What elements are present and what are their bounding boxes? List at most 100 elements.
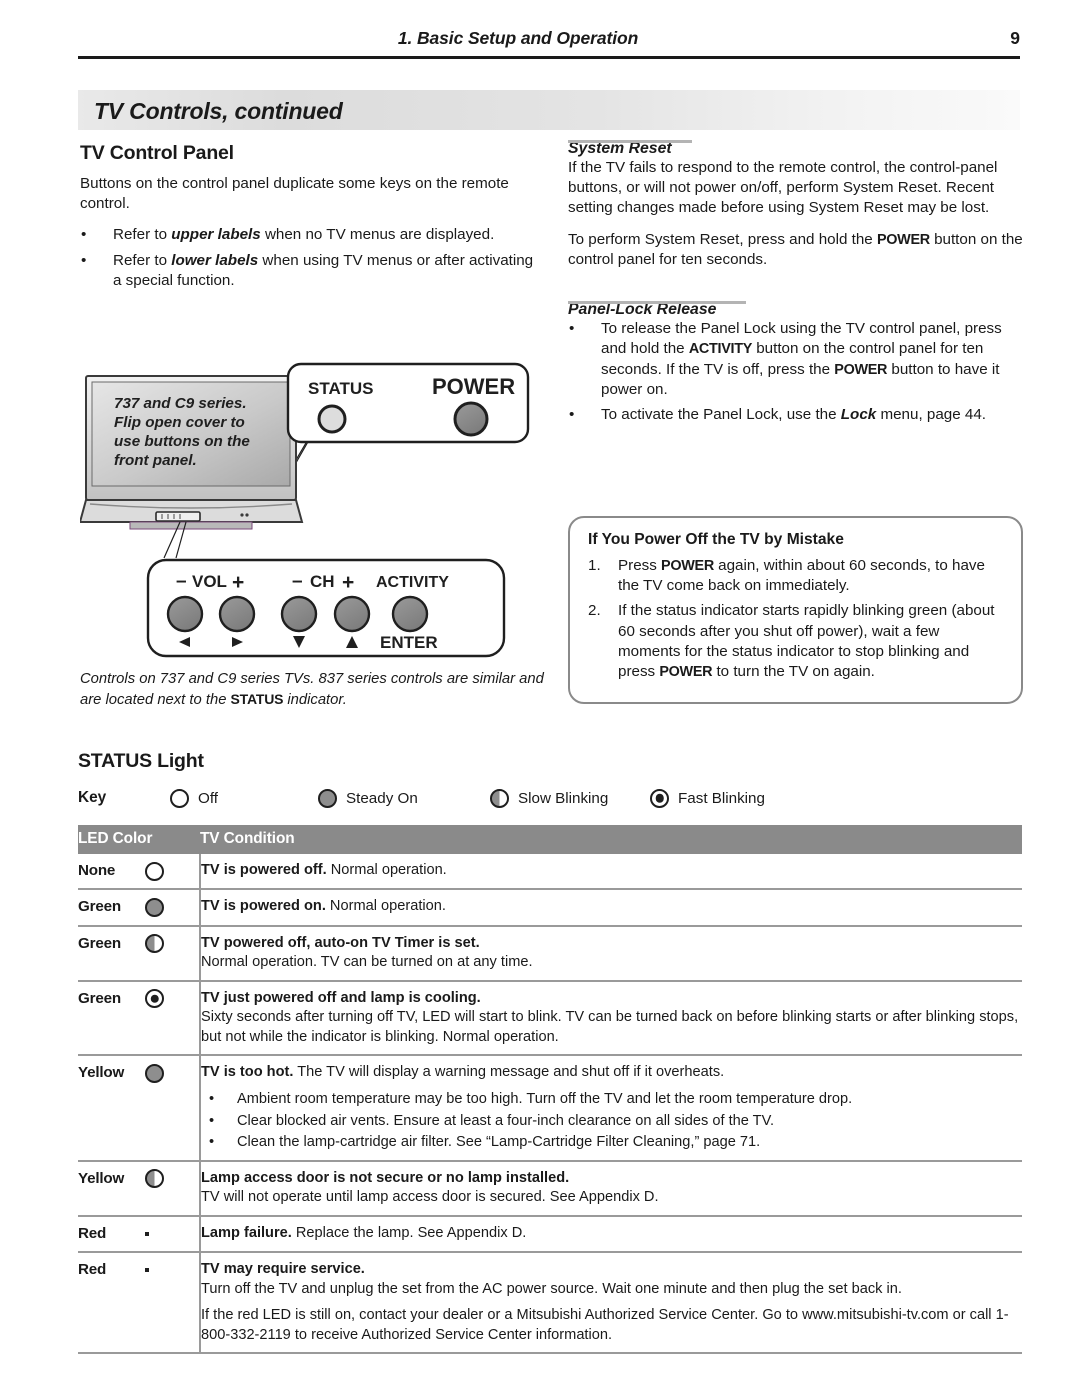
tv-condition-cell: Lamp access door is not secure or no lam… — [200, 1160, 1022, 1217]
power-off-mistake-box: If You Power Off the TV by Mistake 1. Pr… — [568, 516, 1023, 705]
led-color-name: None — [78, 862, 116, 879]
led-color-cell: Green — [78, 980, 201, 1057]
status-light-heading: STATUS Light — [78, 750, 204, 772]
ch-label: CH — [310, 572, 335, 591]
table-row: Green TV just powered off and lamp is co… — [78, 980, 1022, 1057]
table-row: None TV is powered off. Normal operation… — [78, 854, 1022, 891]
tv-condition-cell: TV is too hot. The TV will display a war… — [200, 1055, 1022, 1162]
led-color-cell: Red — [78, 1215, 201, 1254]
illustration-caption: Controls on 737 and C9 series TVs. 837 s… — [80, 671, 544, 708]
led-color-cell: Green — [78, 925, 201, 982]
panel-lock-heading-wrap: Panel-Lock Release — [568, 301, 1023, 319]
enter-label: ENTER — [380, 633, 438, 652]
led-color-cell: Yellow — [78, 1055, 201, 1162]
condition-lead: TV is powered on. — [201, 898, 326, 915]
tv-note-line-1: 737 and C9 series. — [114, 395, 247, 412]
table-header-row: LED Color TV Condition — [78, 825, 1022, 854]
condition-lead: Lamp access door is not secure or no lam… — [201, 1169, 570, 1186]
table-row: Yellow Lamp access door is not secure or… — [78, 1160, 1022, 1217]
key-item-label: Slow Blinking — [518, 789, 609, 807]
condition-lead: Lamp failure. — [201, 1224, 292, 1241]
tv-control-panel-intro: Buttons on the control panel duplicate s… — [80, 175, 509, 213]
svg-text:–: – — [292, 571, 303, 592]
numbered-list-item: 2. If the status indicator starts rapidl… — [588, 601, 1005, 682]
led-color-name: Red — [78, 1261, 107, 1279]
bullet-icon: • — [209, 1134, 215, 1151]
system-reset-paragraph-1: If the TV fails to respond to the remote… — [568, 159, 998, 217]
key-item-label: Off — [198, 789, 218, 807]
condition-lead: TV just powered off and lamp is cooling. — [201, 989, 481, 1006]
tv-condition-cell: TV may require service. Turn off the TV … — [200, 1252, 1022, 1355]
power-off-mistake-title: If You Power Off the TV by Mistake — [588, 531, 844, 548]
bullet-icon: • — [569, 405, 575, 423]
list-item: • To activate the Panel Lock, use the Lo… — [568, 405, 1023, 425]
key-item-off: Off — [170, 788, 318, 808]
activity-label: ACTIVITY — [376, 574, 449, 591]
led-steady-on-icon — [145, 898, 164, 918]
power-callout-label: POWER — [432, 374, 515, 399]
vol-label: VOL — [192, 572, 227, 591]
list-number: 1. — [588, 557, 601, 574]
condition-bullet: • Clear blocked air vents. Ensure at leas… — [201, 1112, 1022, 1132]
key-item-label: Fast Blinking — [678, 789, 765, 807]
chapter-title: 1. Basic Setup and Operation — [397, 28, 639, 48]
tv-condition-cell: TV powered off, auto-on TV Timer is set.… — [200, 925, 1022, 982]
key-item-label: Steady On — [346, 789, 418, 807]
right-column: System Reset If the TV fails to respond … — [568, 140, 1023, 430]
condition-detail: Turn off the TV and unplug the set from … — [201, 1280, 902, 1297]
tv-condition-cell: Lamp failure. Replace the lamp. See Appe… — [200, 1215, 1022, 1254]
led-color-cell: None — [78, 854, 201, 891]
tv-condition-cell: TV is powered off. Normal operation. — [200, 854, 1022, 891]
tv-condition-cell: TV is powered on. Normal operation. — [200, 889, 1022, 927]
led-color-name: Red — [78, 1224, 107, 1242]
tv-condition-cell: TV just powered off and lamp is cooling.… — [200, 980, 1022, 1057]
panel-lock-heading: Panel-Lock Release — [568, 301, 747, 319]
led-off-icon — [145, 861, 164, 881]
bullet-icon: • — [81, 226, 87, 244]
led-steady-on-icon — [145, 1064, 164, 1084]
led-off-icon — [170, 788, 189, 808]
led-slow-blinking-icon — [490, 788, 509, 808]
condition-detail-2: If the red LED is still on, contact your… — [201, 1307, 1009, 1343]
led-slow-blinking-icon — [145, 1169, 164, 1189]
status-light-section: STATUS Light Key Off Steady On Slow Blin… — [78, 750, 1022, 1355]
condition-detail: TV will not operate until lamp access do… — [201, 1189, 659, 1206]
tv-note-line-2: Flip open cover to — [114, 414, 245, 431]
led-color-name: Green — [78, 934, 121, 952]
condition-lead: TV is too hot. — [201, 1064, 294, 1081]
key-item-steady-on: Steady On — [318, 788, 490, 808]
led-steady-on-dark-icon — [145, 1231, 149, 1236]
bullet-icon: • — [81, 251, 87, 269]
led-color-name: Green — [78, 898, 121, 916]
condition-lead: TV is powered off. — [201, 862, 327, 878]
condition-bullet: • Ambient room temperature may be too hig… — [201, 1090, 1022, 1110]
svg-text:+: + — [232, 571, 244, 594]
condition-bullet-text: Clear blocked air vents. Ensure at least… — [237, 1112, 775, 1129]
list-item-text: Refer to upper labels when no TV menus a… — [113, 226, 495, 244]
list-number: 2. — [588, 602, 601, 620]
led-color-cell: Red — [78, 1252, 201, 1355]
key-item-slow-blinking: Slow Blinking — [490, 788, 650, 808]
system-reset-paragraph-2: To perform System Reset, press and hold … — [568, 230, 1023, 268]
table-row: Green TV powered off, auto-on TV Timer i… — [78, 925, 1022, 982]
document-page: 1. Basic Setup and Operation 9 TV Contro… — [0, 0, 1080, 1397]
column-header-led-color: LED Color — [78, 825, 200, 854]
led-slow-blinking-icon — [145, 934, 164, 954]
condition-rest: The TV will display a warning message an… — [293, 1064, 725, 1081]
table-row: Red TV may require service. Turn off the… — [78, 1252, 1022, 1355]
list-item-text: Refer to lower labels when using TV menu… — [113, 251, 534, 289]
svg-text:–: – — [176, 571, 187, 592]
led-status-table: LED Color TV Condition None TV is powere… — [78, 825, 1022, 1355]
bullet-icon: • — [569, 320, 575, 338]
key-item-fast-blinking: Fast Blinking — [650, 788, 765, 808]
left-column: TV Control Panel Buttons on the control … — [80, 142, 540, 296]
page-number: 9 — [1010, 28, 1020, 48]
header-rule — [78, 56, 1020, 59]
section-banner-title: TV Controls, continued — [94, 98, 343, 124]
condition-bullet: • Clean the lamp-cartridge air filter. Se… — [201, 1133, 1022, 1153]
led-color-cell: Green — [78, 889, 201, 927]
list-item-text: To activate the Panel Lock, use the Lock… — [601, 405, 987, 423]
condition-detail: Sixty seconds after turning off TV, LED … — [201, 1009, 1019, 1045]
status-callout-label: STATUS — [308, 379, 373, 398]
condition-detail: Normal operation. TV can be turned on at… — [201, 954, 533, 971]
